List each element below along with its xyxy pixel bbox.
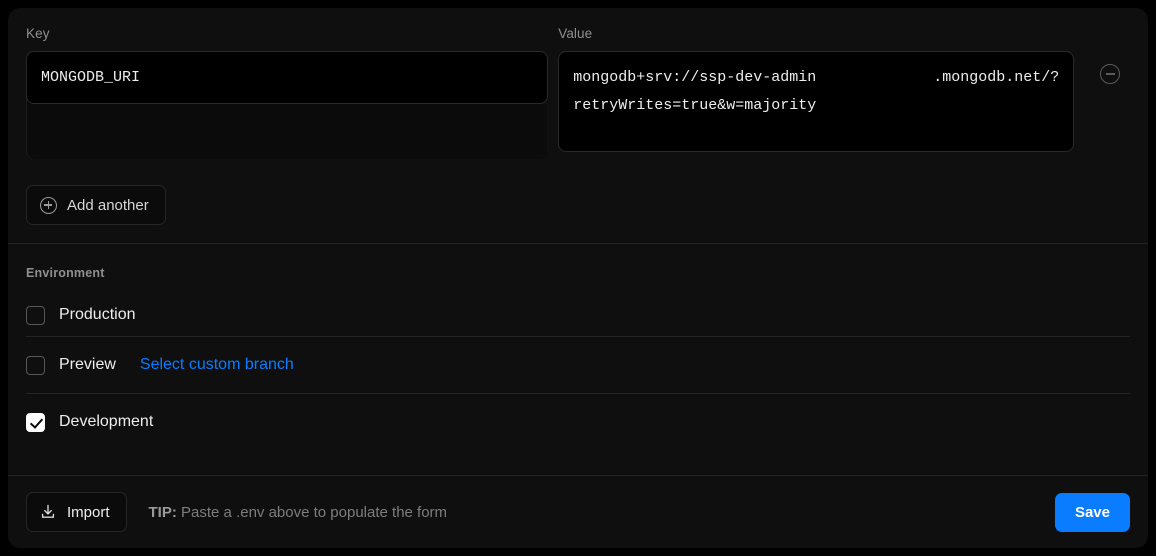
- environment-row-development[interactable]: Development: [26, 394, 1130, 450]
- environment-row-preview[interactable]: Preview Select custom branch: [26, 337, 1130, 393]
- environment-label-preview: Preview: [59, 356, 116, 373]
- save-button[interactable]: Save: [1054, 492, 1130, 532]
- add-another-button[interactable]: Add another: [26, 185, 166, 225]
- select-custom-branch-link[interactable]: Select custom branch: [140, 356, 294, 374]
- environment-section: Environment Production: [8, 244, 1148, 336]
- minus-circle-icon[interactable]: [1100, 64, 1121, 84]
- checkbox-production[interactable]: [26, 305, 45, 325]
- footer-bar: Import TIP: Paste a .env above to popula…: [8, 476, 1148, 548]
- value-column: Value mongodb+srv://ssp-dev-admin .mongo…: [558, 26, 1075, 152]
- key-label: Key: [26, 26, 50, 41]
- environment-row-production[interactable]: Production: [26, 294, 1130, 336]
- tip-body: Paste a .env above to populate the form: [181, 503, 448, 521]
- env-var-editor-card: Key MONGODB_URI Value mongodb+srv://ssp-…: [8, 8, 1148, 548]
- environment-preview-wrap: Preview Select custom branch: [8, 337, 1148, 393]
- value-label: Value: [558, 26, 593, 41]
- key-value-row: Key MONGODB_URI Value mongodb+srv://ssp-…: [26, 26, 1130, 159]
- key-input[interactable]: MONGODB_URI: [26, 51, 548, 104]
- plus-circle-icon: [40, 196, 57, 214]
- key-value-pair-section: Key MONGODB_URI Value mongodb+srv://ssp-…: [8, 8, 1148, 243]
- environment-label-development: Development: [59, 413, 154, 430]
- tip-text: TIP: Paste a .env above to populate the …: [149, 504, 448, 521]
- checkbox-development[interactable]: [26, 412, 45, 432]
- checkbox-preview[interactable]: [26, 355, 45, 375]
- import-button[interactable]: Import: [26, 492, 127, 532]
- environment-title: Environment: [26, 266, 105, 280]
- add-another-label: Add another: [67, 196, 149, 214]
- value-input[interactable]: mongodb+srv://ssp-dev-admin .mongodb.net…: [558, 51, 1075, 152]
- remove-column: [1090, 26, 1130, 84]
- environment-label-production: Production: [59, 306, 136, 323]
- download-icon: [41, 504, 55, 518]
- environment-development-wrap: Development: [8, 394, 1148, 450]
- key-column: Key MONGODB_URI: [26, 26, 548, 159]
- import-label: Import: [67, 503, 110, 521]
- key-field-wrapper: MONGODB_URI: [26, 51, 548, 159]
- tip-prefix: TIP:: [148, 503, 177, 521]
- key-input-expansion[interactable]: [27, 104, 547, 159]
